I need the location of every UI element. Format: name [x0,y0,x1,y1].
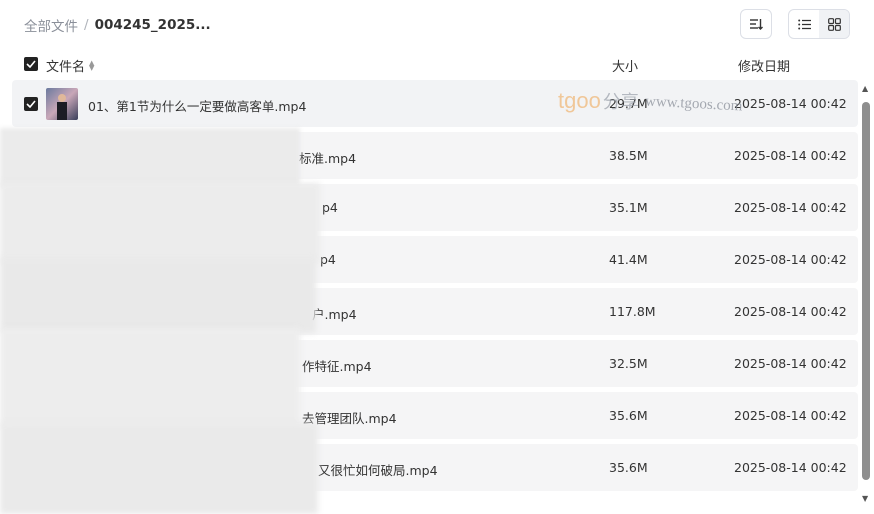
file-name[interactable]: 01、第1节为什么一定要做高客单.mp4 [88,96,306,115]
table-row[interactable]: 又很忙如何破局.mp4 35.6M 2025-08-14 00:42 [12,444,858,491]
file-size: 41.4M [609,252,648,267]
table-header: 文件名 ▲ ▼ 大小 修改日期 [0,50,874,78]
file-name[interactable]: 去管理团队.mp4 [302,408,397,427]
file-name[interactable]: p4 [322,200,338,215]
scroll-up-icon[interactable]: ▲ [862,84,868,93]
table-row[interactable]: 01、第1节为什么一定要做高客单.mp4 29.7M 2025-08-14 00… [12,80,858,127]
column-header-size[interactable]: 大小 [612,56,638,75]
list-view-icon [797,19,811,29]
grid-view-button[interactable] [819,10,849,38]
file-size: 38.5M [609,148,648,163]
table-row[interactable]: p4 35.1M 2025-08-14 00:42 [12,184,858,231]
file-date: 2025-08-14 00:42 [734,96,847,111]
file-size: 32.5M [609,356,648,371]
vertical-scrollbar[interactable]: ▲ ▼ [861,84,871,510]
scroll-down-icon[interactable]: ▼ [862,494,868,503]
breadcrumb-separator: / [84,17,89,33]
file-size: 29.7M [609,96,648,111]
file-date: 2025-08-14 00:42 [734,460,847,475]
file-size: 35.6M [609,460,648,475]
table-row[interactable]: 作特征.mp4 32.5M 2025-08-14 00:42 [12,340,858,387]
file-list: 01、第1节为什么一定要做高客单.mp4 29.7M 2025-08-14 00… [12,80,858,496]
view-toggle [788,9,850,39]
breadcrumb-root[interactable]: 全部文件 [24,15,78,35]
file-size: 35.6M [609,408,648,423]
file-size: 117.8M [609,304,656,319]
sort-arrows-icon: ▲ ▼ [89,58,95,72]
table-row[interactable]: 去管理团队.mp4 35.6M 2025-08-14 00:42 [12,392,858,439]
check-icon [26,60,36,68]
file-name[interactable]: 又很忙如何破局.mp4 [318,460,438,479]
breadcrumb-current: 004245_2025... [94,17,211,33]
file-date: 2025-08-14 00:42 [734,356,847,371]
file-name[interactable]: 标准.mp4 [299,148,356,167]
check-icon [26,100,36,108]
file-name[interactable]: p4 [320,252,336,267]
file-name[interactable]: 户.mp4 [312,304,357,323]
table-row[interactable]: 标准.mp4 38.5M 2025-08-14 00:42 [12,132,858,179]
column-header-date[interactable]: 修改日期 [738,56,790,75]
video-thumbnail [46,88,78,120]
sort-button[interactable] [740,9,772,39]
list-view-button[interactable] [789,10,819,38]
file-date: 2025-08-14 00:42 [734,304,847,319]
grid-view-icon [827,17,841,31]
row-checkbox[interactable] [24,97,38,111]
column-header-name-label: 文件名 [46,60,86,75]
select-all-checkbox[interactable] [24,57,38,71]
table-row[interactable]: 户.mp4 117.8M 2025-08-14 00:42 [12,288,858,335]
file-date: 2025-08-14 00:42 [734,252,847,267]
file-date: 2025-08-14 00:42 [734,148,847,163]
file-name[interactable]: 作特征.mp4 [302,356,372,375]
file-date: 2025-08-14 00:42 [734,200,847,215]
sort-icon [750,19,763,30]
file-size: 35.1M [609,200,648,215]
file-date: 2025-08-14 00:42 [734,408,847,423]
breadcrumb: 全部文件 / 004245_2025... [24,15,211,35]
column-header-name[interactable]: 文件名 ▲ ▼ [46,56,94,75]
scrollbar-thumb[interactable] [862,102,870,480]
table-row[interactable]: p4 41.4M 2025-08-14 00:42 [12,236,858,283]
